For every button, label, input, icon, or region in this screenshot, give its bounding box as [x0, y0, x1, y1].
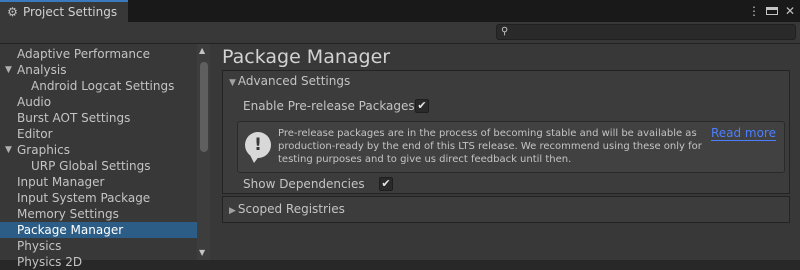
sidebar-item[interactable]: Editor: [0, 126, 197, 142]
prerelease-help-box: ! Pre-release packages are in the proces…: [237, 121, 785, 173]
sidebar-item-label: Editor: [17, 127, 53, 141]
kebab-menu-icon[interactable]: ⋮: [748, 4, 760, 18]
prerelease-label: Enable Pre-release Packages: [243, 99, 415, 113]
expand-arrow-icon[interactable]: ▼: [5, 142, 12, 158]
sidebar-item[interactable]: Adaptive Performance: [0, 46, 197, 62]
sidebar-item[interactable]: Burst AOT Settings: [0, 110, 197, 126]
settings-sidebar: Adaptive Performance ▼ Analysis Android Log…: [0, 44, 210, 269]
close-icon[interactable]: ✕: [784, 4, 796, 18]
scoped-registries-section: ▶ Scoped Registries: [222, 196, 790, 223]
sidebar-item-label: Graphics: [17, 143, 70, 157]
advanced-settings-section: ▼ Advanced Settings Enable Pre-release Pa…: [222, 70, 790, 194]
dependencies-label: Show Dependencies: [243, 177, 365, 191]
search-icon: ⚲: [501, 26, 509, 37]
sidebar-item[interactable]: Android Logcat Settings: [0, 78, 197, 94]
read-more-link[interactable]: Read more: [710, 126, 776, 141]
expand-arrow-icon[interactable]: ▼: [5, 62, 12, 78]
sidebar-item[interactable]: Package Manager: [0, 222, 197, 238]
help-line: Pre-release packages are in the process …: [278, 128, 697, 139]
sidebar-item[interactable]: ▼ Analysis: [0, 62, 197, 78]
prerelease-checkbox[interactable]: ✔: [415, 99, 429, 113]
window-controls: ⋮ ✕: [748, 0, 796, 22]
scroll-up-arrow-icon[interactable]: ▲: [199, 46, 205, 55]
sidebar-item-label: Package Manager: [17, 223, 124, 237]
main-panel: Package Manager ▼ Advanced Settings Enabl…: [210, 44, 800, 260]
sidebar-item[interactable]: Input Manager: [0, 174, 197, 190]
help-line: testing purposes and to give us direct f…: [278, 154, 572, 165]
sidebar-item[interactable]: Audio: [0, 94, 197, 110]
expanded-arrow-icon: ▼: [229, 78, 236, 88]
sidebar-item[interactable]: Physics 2D: [0, 254, 197, 270]
page-title: Package Manager: [222, 46, 391, 68]
sidebar-item-label: URP Global Settings: [31, 159, 151, 173]
sidebar-item[interactable]: Input System Package: [0, 190, 197, 206]
sidebar-item-label: Memory Settings: [17, 207, 119, 221]
sidebar-item-label: Physics: [17, 239, 62, 253]
checkmark-icon: ✔: [417, 99, 427, 112]
info-icon: !: [245, 132, 271, 163]
sidebar-item[interactable]: URP Global Settings: [0, 158, 197, 174]
sidebar-item-label: Audio: [17, 95, 52, 109]
sidebar-item[interactable]: Memory Settings: [0, 206, 197, 222]
window-titlebar: ⚙ Project Settings ⋮ ✕: [0, 0, 800, 22]
scroll-down-arrow-icon[interactable]: ▼: [199, 248, 205, 257]
toolbar: ⚲: [0, 22, 800, 44]
advanced-settings-foldout[interactable]: ▼ Advanced Settings: [229, 73, 350, 91]
sidebar-item-label: Analysis: [17, 63, 67, 77]
sidebar-item[interactable]: Physics: [0, 238, 197, 254]
gear-icon: ⚙: [7, 5, 18, 19]
tab-title: Project Settings: [23, 5, 118, 19]
sidebar-item[interactable]: ▼ Graphics: [0, 142, 197, 158]
scoped-registries-foldout[interactable]: ▶ Scoped Registries: [229, 201, 345, 219]
sidebar-scroll-thumb[interactable]: [200, 62, 208, 152]
sidebar-item-label: Physics 2D: [17, 255, 83, 269]
maximize-icon[interactable]: [766, 4, 778, 18]
help-message: Pre-release packages are in the process …: [278, 127, 718, 166]
search-input[interactable]: ⚲: [496, 24, 796, 40]
sidebar-item-label: Input Manager: [17, 175, 105, 189]
checkmark-icon: ✔: [381, 177, 391, 190]
sidebar-item-label: Input System Package: [17, 191, 151, 205]
dependencies-checkbox[interactable]: ✔: [379, 177, 393, 191]
sidebar-item-label: Burst AOT Settings: [17, 111, 131, 125]
sidebar-item-label: Android Logcat Settings: [31, 79, 175, 93]
tab-project-settings[interactable]: ⚙ Project Settings: [0, 0, 128, 22]
scoped-registries-header: Scoped Registries: [237, 202, 345, 216]
collapsed-arrow-icon: ▶: [229, 206, 236, 216]
help-line: production-ready by the end of this LTS …: [278, 141, 702, 152]
advanced-settings-header: Advanced Settings: [237, 74, 351, 88]
sidebar-item-label: Adaptive Performance: [17, 47, 150, 61]
